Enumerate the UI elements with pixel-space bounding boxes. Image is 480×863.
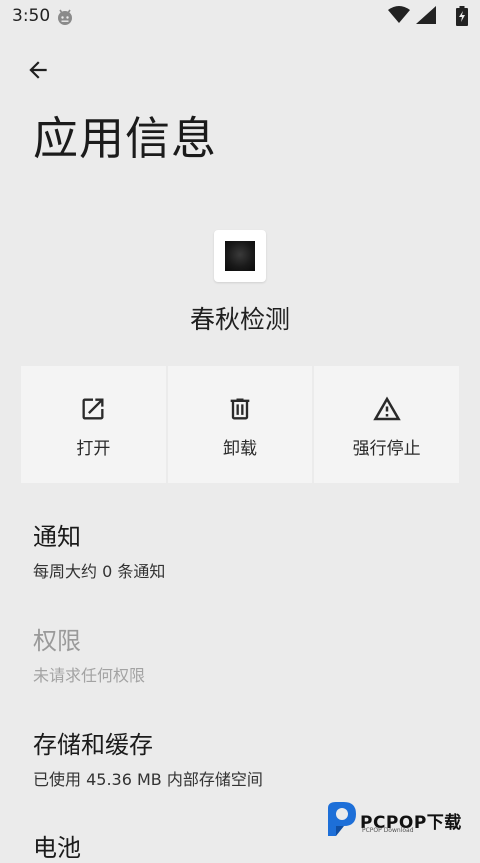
trash-icon [230,398,250,420]
pref-summary: 已使用 45.36 MB 内部存储空间 [33,770,263,789]
status-time: 3:50 [12,6,51,26]
signal-icon [416,6,436,24]
action-bar: 打开 卸载 强行停止 [21,366,460,483]
battery-charging-icon [456,6,468,26]
open-button-label: 打开 [76,439,111,459]
watermark: PCPOP下载 PCPOP Download [322,800,472,840]
force-stop-button[interactable]: 强行停止 [314,366,460,483]
pref-notifications[interactable]: 通知 每周大约 0 条通知 [33,517,453,582]
pref-permissions: 权限 未请求任何权限 [33,621,453,686]
warning-triangle-icon [372,396,401,421]
page-title: 应用信息 [33,112,218,165]
android-debug-icon [58,9,72,25]
wifi-icon [388,6,410,23]
app-name: 春秋检测 [189,305,290,334]
force-stop-button-label: 强行停止 [352,439,421,459]
status-bar: 3:50 [0,0,480,34]
uninstall-button[interactable]: 卸载 [167,366,313,483]
pref-summary: 未请求任何权限 [33,666,146,685]
open-external-icon [82,398,104,420]
pref-title: 权限 [33,627,81,655]
pref-summary: 每周大约 0 条通知 [33,562,166,581]
uninstall-button-label: 卸载 [223,439,257,459]
pref-title: 存储和缓存 [33,731,153,759]
pref-storage[interactable]: 存储和缓存 已使用 45.36 MB 内部存储空间 [33,725,453,790]
app-icon-image [225,241,255,271]
pref-title: 通知 [33,523,81,551]
app-icon [214,230,266,282]
open-button[interactable]: 打开 [21,366,166,483]
arrow-left-icon [29,61,47,79]
watermark-subtext: PCPOP Download [362,827,414,834]
pcpop-logo-icon [328,802,356,836]
back-button[interactable] [22,54,54,86]
